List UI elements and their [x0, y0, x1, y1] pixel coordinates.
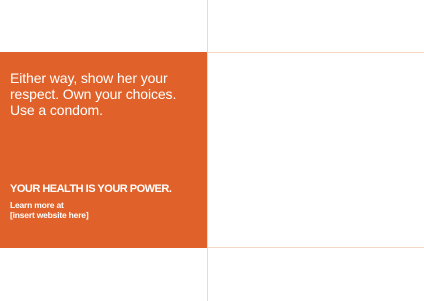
panel-message-line: respect. Own your choices.	[10, 86, 177, 102]
panel-tagline: YOUR HEALTH IS YOUR POWER.	[10, 183, 172, 195]
learn-more-text: Learn more at [insert website here]	[10, 200, 89, 220]
panel-message-line: Either way, show her your	[10, 70, 168, 86]
website-placeholder: [insert website here]	[10, 209, 89, 220]
panel-message-line: Use a condom.	[10, 102, 103, 118]
panel-message: Either way, show her your respect. Own y…	[10, 70, 202, 118]
message-panel: Either way, show her your respect. Own y…	[0, 52, 207, 248]
fold-guide-vertical	[207, 0, 208, 301]
